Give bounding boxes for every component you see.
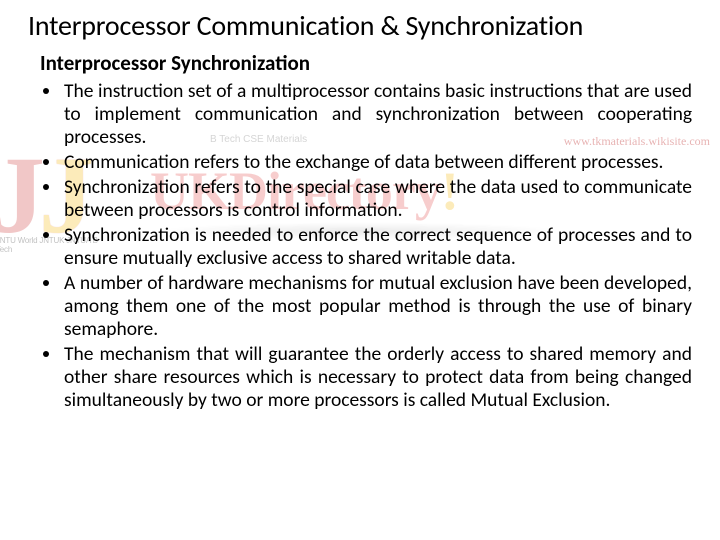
list-item: Synchronization refers to the special ca… — [62, 176, 692, 222]
slide: JJ JNTU World JNTUK JNTUA B Tech B Tech … — [0, 0, 720, 540]
page-subtitle: Interprocessor Synchronization — [40, 50, 692, 76]
list-item: Synchronization is needed to enforce the… — [62, 224, 692, 270]
page-title: Interprocessor Communication & Synchroni… — [28, 10, 692, 42]
list-item: The mechanism that will guarantee the or… — [62, 343, 692, 412]
list-item: Communication refers to the exchange of … — [62, 151, 692, 174]
bullet-list: The instruction set of a multiprocessor … — [28, 80, 692, 412]
list-item: A number of hardware mechanisms for mutu… — [62, 272, 692, 341]
list-item: The instruction set of a multiprocessor … — [62, 80, 692, 149]
slide-content: Interprocessor Communication & Synchroni… — [28, 10, 692, 412]
